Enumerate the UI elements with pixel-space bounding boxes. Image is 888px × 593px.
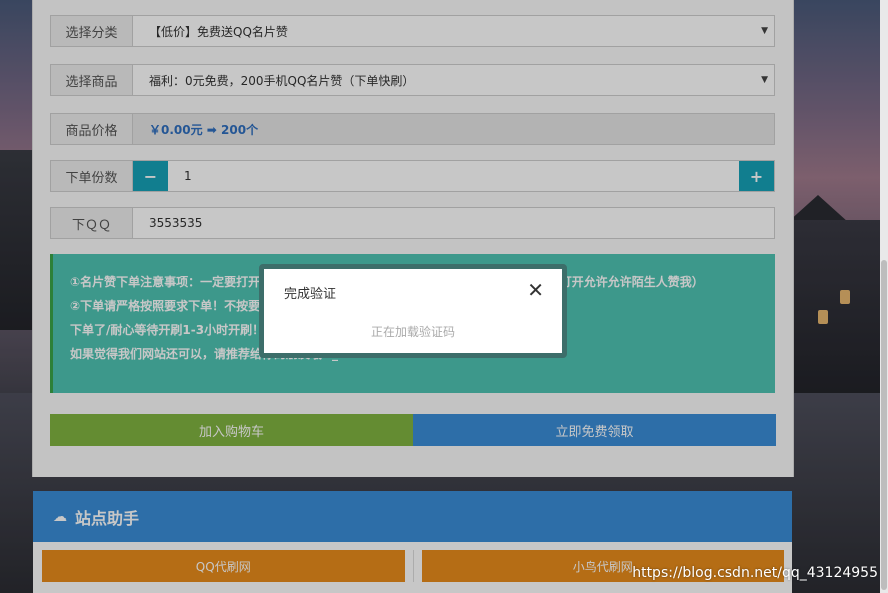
scrollbar[interactable] xyxy=(880,0,888,593)
scrollbar-thumb[interactable] xyxy=(881,260,887,590)
loading-message: 正在加载验证码 xyxy=(370,325,455,339)
dialog-title: 完成验证 xyxy=(284,287,337,302)
verification-dialog: 完成验证 ✕ 正在加载验证码 xyxy=(259,264,567,358)
watermark: https://blog.csdn.net/qq_43124955 xyxy=(632,565,878,581)
close-icon[interactable]: ✕ xyxy=(527,278,544,302)
